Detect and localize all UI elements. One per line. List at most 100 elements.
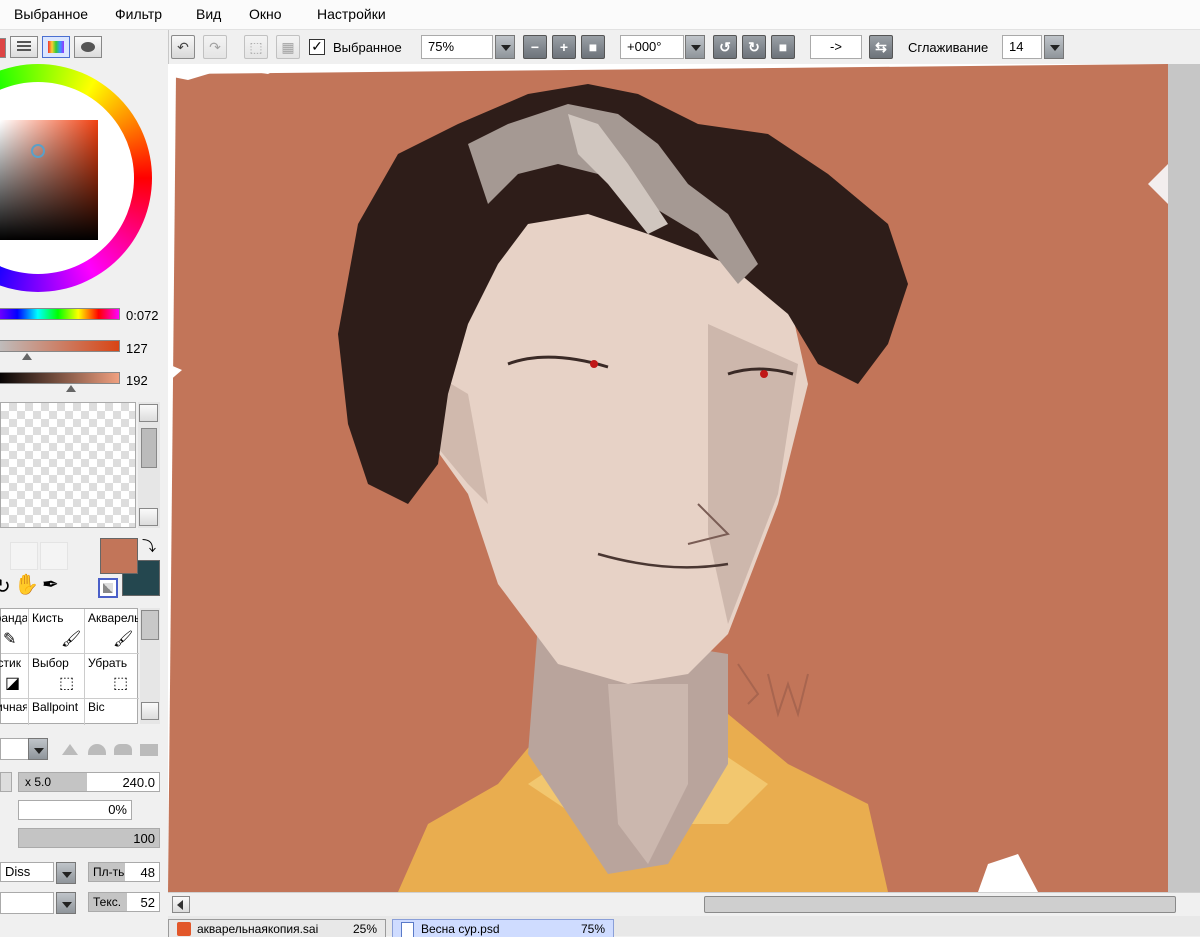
- tool-scroll-down-button[interactable]: [141, 702, 159, 720]
- value-slider-handle[interactable]: [66, 385, 76, 392]
- redo-button[interactable]: ↷: [203, 35, 227, 59]
- menu-item-view[interactable]: Вид: [196, 6, 221, 22]
- tool-deselect[interactable]: Убрать: [88, 656, 138, 670]
- size-lock-button[interactable]: [0, 772, 12, 792]
- scroll-up-button[interactable]: [139, 404, 158, 422]
- invert-selection-button[interactable]: ▦: [276, 35, 300, 59]
- scroll-left-button[interactable]: [172, 896, 190, 913]
- texture-field[interactable]: [0, 892, 54, 914]
- eraser-icon: ◪: [5, 675, 21, 692]
- tool-ballpoint[interactable]: Ballpoint: [32, 700, 84, 714]
- min-size-field[interactable]: 0%: [18, 800, 132, 820]
- transparent-color-button[interactable]: [98, 578, 118, 598]
- zoom-out-button[interactable]: −: [523, 35, 547, 59]
- color-mode-rgb-button[interactable]: [0, 38, 6, 58]
- scroll-down-button[interactable]: [139, 508, 158, 526]
- tool-grid-scrollbar[interactable]: [140, 608, 160, 724]
- tip-square-icon: [140, 744, 158, 756]
- tool-pencil[interactable]: Карандаш: [0, 611, 27, 625]
- color-picker-marker[interactable]: [31, 144, 45, 158]
- plus-icon: +: [559, 39, 569, 55]
- texture-strength-slider[interactable]: Текс. 52: [88, 892, 160, 912]
- deselect-button[interactable]: ⬚: [244, 35, 268, 59]
- scratchpad-scroll-thumb[interactable]: [141, 428, 157, 468]
- swap-colors-icon[interactable]: ⤵: [142, 536, 156, 556]
- color-mode-list-button[interactable]: [10, 36, 38, 58]
- selected-checkbox[interactable]: ✓: [309, 39, 325, 55]
- top-toolbar: ↶ ↷ ⬚ ▦ ✓ Выбранное 75% − + ■ +000° ↺ ↻ …: [168, 30, 1200, 64]
- blend-mode-dropdown-button[interactable]: [56, 862, 76, 884]
- hand-tool-icon[interactable]: ✋: [14, 572, 39, 597]
- select-icon: ⬚: [59, 675, 75, 692]
- smoothing-dropdown-button[interactable]: [1044, 35, 1064, 59]
- zoom-reset-button[interactable]: ■: [581, 35, 605, 59]
- tool-eraser[interactable]: Ластик: [0, 656, 21, 670]
- deselect-icon: ⬚: [249, 38, 263, 55]
- undo-icon: ↶: [177, 38, 189, 55]
- color-mode-palette-button[interactable]: [42, 36, 70, 58]
- canvas-viewport[interactable]: [168, 64, 1200, 892]
- tool-grid: Карандаш ✎ Кисть 🖌 Акварель 🖌 Ластик ◪ В…: [0, 608, 139, 725]
- palette-grid-icon: [48, 41, 64, 53]
- menu-item-settings[interactable]: Настройки: [317, 6, 386, 22]
- saturation-slider-handle[interactable]: [22, 353, 32, 360]
- invert-selection-icon: ▦: [281, 38, 295, 55]
- texture-strength-label: Текс.: [93, 895, 122, 909]
- rotate-left-icon: ↺: [719, 38, 731, 55]
- hue-slider[interactable]: [0, 308, 120, 320]
- document-tab-active[interactable]: Весна сур.psd 75%: [392, 919, 614, 937]
- smoothing-field[interactable]: 14: [1002, 35, 1042, 59]
- eyedropper-tool-icon[interactable]: ✒: [42, 572, 59, 597]
- density-slider[interactable]: 100: [18, 828, 160, 848]
- brush-tip-presets[interactable]: [58, 738, 162, 760]
- menu-item-window[interactable]: Окно: [249, 6, 282, 22]
- scratchpad-canvas[interactable]: [0, 402, 136, 528]
- swatch-slot[interactable]: [40, 542, 68, 570]
- reset-icon: ■: [588, 39, 598, 55]
- value-slider[interactable]: [0, 372, 120, 384]
- tool-select[interactable]: Выбор: [32, 656, 82, 670]
- saturation-value-square[interactable]: [0, 120, 98, 240]
- brush-shape-dropdown-button[interactable]: [28, 738, 48, 760]
- document-file-icon: [177, 922, 191, 936]
- rotation-reset-button[interactable]: ■: [771, 35, 795, 59]
- primary-color-swatch-front[interactable]: [100, 538, 138, 574]
- rotate-left-button[interactable]: ↺: [713, 35, 737, 59]
- tool-brush[interactable]: Кисть: [32, 611, 82, 625]
- document-tab[interactable]: акварельнаякопия.sai 25%: [168, 919, 386, 937]
- rotate-tool-icon[interactable]: ↻: [0, 574, 11, 599]
- flip-horizontal-button[interactable]: ⇆: [869, 35, 893, 59]
- flip-icon: ⇆: [875, 38, 887, 55]
- brush-size-slider[interactable]: x 5.0 240.0: [18, 772, 160, 792]
- rotation-dropdown-button[interactable]: [685, 35, 705, 59]
- canvas-horizontal-scrollbar[interactable]: [168, 892, 1200, 917]
- scratchpad-scrollbar[interactable]: [138, 402, 160, 528]
- tool-grid-scroll-thumb[interactable]: [141, 610, 159, 640]
- canvas-artwork[interactable]: [168, 64, 1168, 892]
- rotate-right-button[interactable]: ↻: [742, 35, 766, 59]
- blend-strength-value: 48: [140, 865, 155, 880]
- menu-item-favorites[interactable]: Выбранное: [14, 6, 88, 22]
- zoom-field[interactable]: 75%: [421, 35, 493, 59]
- tip-flat-icon: [114, 744, 132, 755]
- menu-item-filter[interactable]: Фильтр: [115, 6, 162, 22]
- zoom-dropdown-button[interactable]: [495, 35, 515, 59]
- canvas-vertical-scrollbar[interactable]: [1168, 64, 1200, 892]
- zoom-in-button[interactable]: +: [552, 35, 576, 59]
- undo-button[interactable]: ↶: [171, 35, 195, 59]
- horizontal-scroll-thumb[interactable]: [704, 896, 1176, 913]
- texture-dropdown-button[interactable]: [56, 892, 76, 914]
- swatch-slot[interactable]: [10, 542, 38, 570]
- tool-binary[interactable]: Двоичная: [0, 700, 27, 714]
- color-mode-scratchpad-button[interactable]: [74, 36, 102, 58]
- rotation-field[interactable]: +000°: [620, 35, 684, 59]
- tool-watercolor[interactable]: Акварель: [88, 611, 138, 625]
- tool-bic[interactable]: Bic: [88, 700, 128, 714]
- watercolor-icon: 🖌: [113, 631, 134, 648]
- saturation-slider[interactable]: [0, 340, 120, 352]
- blend-strength-slider[interactable]: Пл-ть 48: [88, 862, 160, 882]
- blend-mode-field[interactable]: Diss: [0, 862, 54, 882]
- flip-button[interactable]: ->: [810, 35, 862, 59]
- texture-strength-value: 52: [140, 895, 155, 910]
- deselect-icon: ⬚: [113, 675, 129, 692]
